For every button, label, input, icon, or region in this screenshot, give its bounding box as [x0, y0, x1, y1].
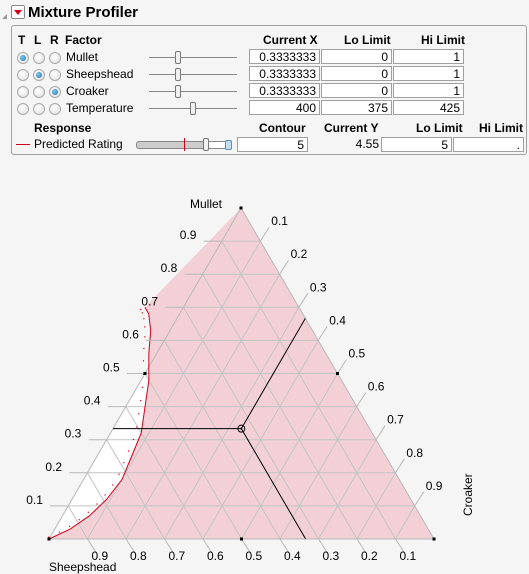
tick-label-mullet: 0.7 [141, 294, 158, 308]
tick-label-croaker: 0.9 [426, 479, 443, 493]
contour-hatch-mark [87, 511, 89, 513]
contour-hatch-mark [138, 413, 140, 415]
contour-hatch-mark [78, 519, 80, 521]
vertex-marker [143, 372, 147, 375]
tick-label-mullet: 0.3 [65, 427, 82, 441]
tick-label-mullet: 0.6 [122, 327, 139, 341]
tick-mark-croaker [356, 392, 367, 407]
tick-label-croaker: 0.4 [329, 313, 346, 327]
tick-label-croaker: 0.5 [349, 347, 366, 361]
axis-label-croaker: Croaker [461, 473, 475, 516]
tick-mark-croaker [298, 293, 309, 308]
contour-hatch-mark [96, 503, 98, 505]
tick-label-croaker: 0.2 [291, 247, 308, 261]
tick-mark-croaker [394, 458, 405, 474]
current-point-dot [240, 427, 243, 430]
tick-label-sheepshead: 0.8 [130, 549, 147, 563]
tick-label-sheepshead: 0.3 [323, 549, 340, 563]
tick-label-sheepshead: 0.7 [169, 549, 186, 563]
contour-hatch-mark [142, 360, 145, 362]
tick-mark-croaker [259, 226, 270, 242]
tick-label-mullet: 0.2 [45, 460, 62, 474]
contour-hatch-mark [58, 531, 61, 533]
tick-label-sheepshead: 0.2 [361, 549, 378, 563]
tick-label-sheepshead: 0.6 [207, 549, 224, 563]
contour-hatch-mark [143, 318, 145, 320]
contour-hatch-mark [68, 525, 71, 527]
tick-label-sheepshead: 0.5 [246, 549, 263, 563]
tick-mark-croaker [375, 425, 386, 440]
vertex-marker [336, 372, 339, 375]
ternary-plot[interactable]: 0.1 0.1 0.1 0.2 0.2 0.2 0.3 0.3 0.3 0.4 0.4 0.4 0.5 0… [0, 0, 529, 574]
contour-hatch-mark [112, 484, 114, 486]
contour-hatch-mark [104, 494, 106, 496]
tick-label-sheepshead: 0.4 [284, 549, 301, 563]
tick-label-mullet: 0.5 [103, 361, 120, 375]
contour-hatch-mark [136, 426, 138, 428]
tick-label-mullet: 0.8 [161, 261, 178, 275]
tick-mark-croaker [414, 491, 425, 507]
contour-hatch-mark [140, 399, 142, 402]
vertex-marker [47, 537, 51, 541]
vertex-marker [240, 537, 243, 541]
axis-label-sheepshead: Sheepshead [49, 560, 116, 574]
tick-label-mullet: 0.9 [180, 228, 197, 242]
contour-hatch-mark [144, 336, 146, 338]
contour-hatch-mark [143, 347, 145, 350]
tick-mark-croaker [337, 359, 347, 374]
tick-label-sheepshead: 0.1 [400, 549, 417, 563]
tick-label-croaker: 0.7 [387, 413, 404, 427]
contour-hatch-mark [144, 326, 146, 328]
contour-hatch-mark [141, 312, 143, 314]
tick-label-mullet: 0.1 [26, 493, 43, 507]
tick-label-mullet: 0.4 [84, 394, 101, 408]
tick-label-croaker: 0.8 [406, 446, 423, 460]
contour-hatch-mark [139, 308, 142, 311]
tick-label-croaker: 0.6 [368, 380, 385, 394]
tick-mark-croaker [279, 259, 290, 275]
tick-mark-croaker [317, 326, 328, 341]
axis-label-mullet: Mullet [190, 197, 223, 211]
tick-label-croaker: 0.3 [310, 280, 327, 294]
contour-hatch-mark [118, 473, 120, 475]
contour-hatch-mark [132, 438, 135, 441]
contour-hatch-mark [123, 462, 125, 464]
tick-label-croaker: 0.1 [271, 214, 288, 228]
vertex-marker [432, 537, 436, 541]
vertex-marker [239, 206, 243, 210]
contour-hatch-mark [128, 450, 130, 452]
contour-hatch-mark [141, 386, 144, 388]
